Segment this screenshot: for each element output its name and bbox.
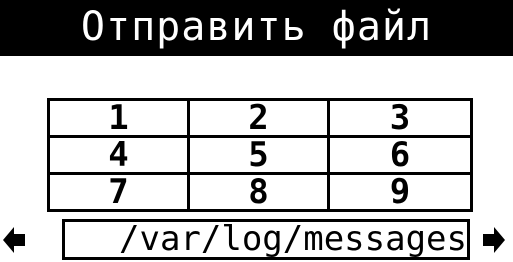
- key-2[interactable]: 2: [190, 101, 330, 138]
- key-4[interactable]: 4: [50, 138, 190, 175]
- key-8[interactable]: 8: [190, 175, 330, 209]
- key-5[interactable]: 5: [190, 138, 330, 175]
- screen-title: Отправить файл: [0, 0, 513, 56]
- key-1[interactable]: 1: [50, 101, 190, 138]
- key-3[interactable]: 3: [330, 101, 470, 138]
- file-path-field[interactable]: /var/log/messages: [62, 219, 470, 260]
- left-arrow-icon[interactable]: [3, 223, 25, 257]
- key-9[interactable]: 9: [330, 175, 470, 209]
- key-6[interactable]: 6: [330, 138, 470, 175]
- key-7[interactable]: 7: [50, 175, 190, 209]
- right-arrow-icon[interactable]: [483, 223, 505, 257]
- numeric-keypad: 1 2 3 4 5 6 7 8 9: [47, 98, 473, 212]
